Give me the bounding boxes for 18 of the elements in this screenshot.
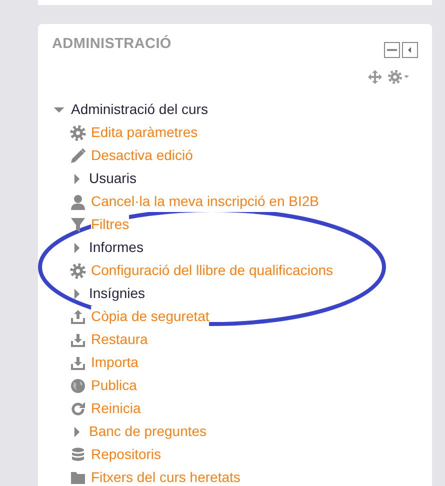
dock-icon[interactable]	[402, 42, 418, 58]
settings-menu-icon[interactable]	[388, 70, 410, 84]
refresh-icon	[70, 400, 86, 417]
menu-link[interactable]: Còpia de seguretat	[91, 306, 210, 328]
filter-icon	[70, 216, 86, 233]
pencil-icon	[70, 148, 86, 164]
user-icon	[70, 194, 86, 210]
gear-icon	[70, 124, 86, 141]
block-title: ADMINISTRACIÓ	[52, 36, 172, 54]
folder-icon	[70, 470, 86, 486]
download-icon	[70, 332, 86, 348]
minimize-icon[interactable]	[384, 42, 400, 58]
download-icon	[70, 354, 86, 371]
gear-icon	[70, 262, 86, 279]
globe-icon	[70, 378, 86, 394]
move-icon[interactable]	[368, 70, 382, 84]
upload-icon	[70, 308, 86, 325]
database-icon	[70, 446, 86, 463]
